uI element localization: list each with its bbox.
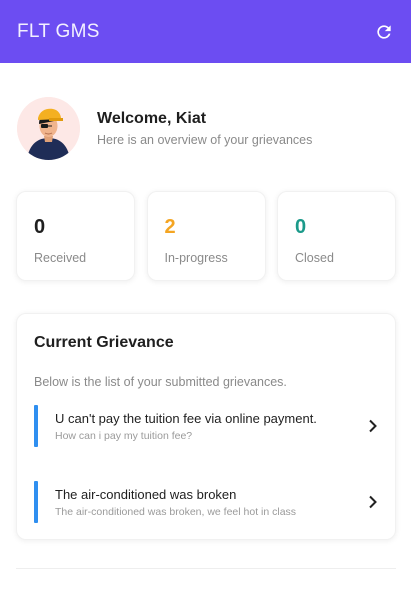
stat-value-received: 0 [34,216,46,238]
stat-card-received[interactable]: 0 Received [16,191,135,281]
stat-card-in-progress[interactable]: 2 In-progress [146,191,266,281]
stat-value-closed: 0 [295,216,307,238]
welcome-title: Welcome, Kiat [97,109,207,127]
stat-label-in-progress: In-progress [164,251,228,265]
grievance-section-title: Current Grievance [34,334,174,351]
welcome-text: Welcome, Kiat Here is an overview of you… [97,110,312,147]
grievance-description: The air-conditioned was broken, we feel … [55,505,297,518]
current-grievance-card: Current Grievance Below is the list of y… [16,313,396,540]
app-bar: FLT GMS [0,0,411,63]
stat-label-received: Received [34,251,87,265]
grievance-item[interactable]: U can't pay the tuition fee via online p… [34,405,380,447]
grievance-text: U can't pay the tuition fee via online p… [55,411,366,442]
grievance-item[interactable]: The air-conditioned was broken The air-c… [34,481,380,523]
stat-value-in-progress: 2 [164,216,176,238]
welcome-subtitle: Here is an overview of your grievances [97,132,313,147]
chevron-right-icon[interactable] [366,495,380,509]
grievance-title: The air-conditioned was broken [55,486,237,502]
chevron-right-icon[interactable] [366,419,380,433]
grievance-title: U can't pay the tuition fee via online p… [55,410,317,426]
grievance-text: The air-conditioned was broken The air-c… [55,487,366,518]
welcome-section: Welcome, Kiat Here is an overview of you… [17,96,397,160]
grievance-description: How can i pay my tuition fee? [55,429,193,442]
stats-row: 0 Received 2 In-progress 0 Closed [16,191,396,281]
stat-card-closed[interactable]: 0 Closed [277,191,396,281]
refresh-icon[interactable] [373,21,395,43]
app-title: FLT GMS [17,20,100,42]
stat-label-closed: Closed [295,251,334,265]
grievance-accent-bar [34,481,38,523]
avatar [17,96,80,160]
grievance-section-subtitle: Below is the list of your submitted grie… [34,375,287,389]
bottom-divider [16,568,396,569]
grievance-accent-bar [34,405,38,447]
